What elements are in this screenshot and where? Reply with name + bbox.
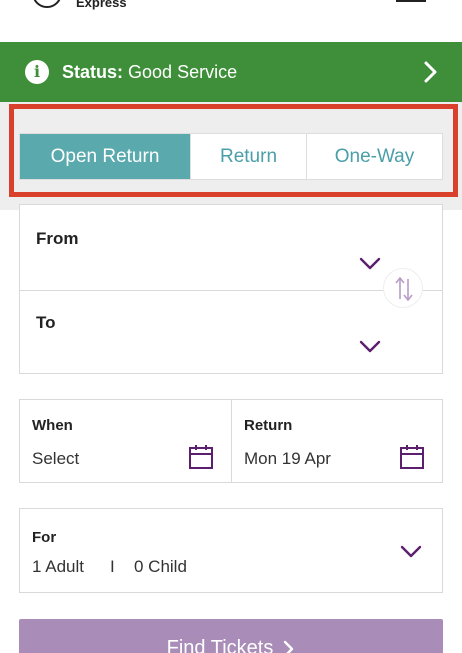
from-chevron-down-icon[interactable] — [359, 257, 381, 271]
swap-vertical-icon — [395, 276, 413, 302]
app-header: Express — [0, 0, 462, 42]
when-label: When — [32, 417, 73, 434]
route-divider — [20, 290, 442, 291]
chevron-right-icon — [284, 640, 294, 653]
child-count: 0 Child — [134, 557, 187, 576]
logo-icon[interactable] — [32, 0, 62, 8]
chevron-down-icon[interactable] — [400, 545, 422, 559]
chevron-right-icon[interactable] — [418, 60, 442, 84]
calendar-icon — [400, 445, 424, 469]
return-value: Mon 19 Apr — [244, 449, 331, 468]
date-selector: When Select Return Mon 19 Apr — [19, 399, 443, 483]
for-label: For — [32, 529, 57, 546]
logo-text: Express — [76, 0, 127, 10]
to-label: To — [36, 313, 56, 332]
menu-icon[interactable] — [396, 0, 426, 2]
passenger-selector[interactable]: For 1 Adult I 0 Child — [19, 508, 443, 593]
calendar-icon — [189, 445, 213, 469]
highlight-annotation — [9, 104, 458, 197]
status-label: Status: — [62, 62, 124, 82]
status-text: Status: Good Service — [62, 62, 237, 83]
swap-stations-button[interactable] — [383, 268, 423, 308]
service-status-banner[interactable]: i Status: Good Service — [0, 42, 462, 102]
route-selector: From To — [19, 204, 443, 374]
find-tickets-label: Find Tickets — [166, 637, 274, 653]
from-label: From — [36, 229, 79, 248]
when-field[interactable]: When Select — [20, 400, 231, 482]
return-label: Return — [244, 417, 293, 434]
info-icon: i — [25, 60, 49, 84]
status-value: Good Service — [128, 62, 238, 82]
return-field[interactable]: Return Mon 19 Apr — [232, 400, 444, 482]
to-chevron-down-icon[interactable] — [359, 340, 381, 354]
passenger-separator: I — [110, 557, 115, 576]
adult-count: 1 Adult — [32, 557, 84, 576]
when-value: Select — [32, 449, 80, 468]
find-tickets-button[interactable]: Find Tickets — [19, 619, 443, 653]
